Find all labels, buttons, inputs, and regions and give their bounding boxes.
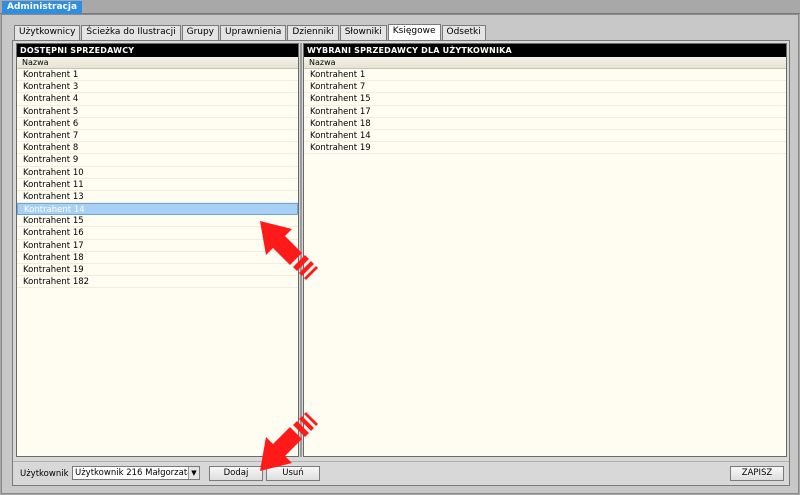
tab-3[interactable]: Uprawnienia [220, 25, 287, 40]
list-item[interactable]: Kontrahent 7 [17, 130, 298, 143]
list-item[interactable]: Kontrahent 11 [17, 179, 298, 191]
list-item[interactable]: Kontrahent 3 [17, 81, 298, 94]
list-item[interactable]: Kontrahent 9 [17, 154, 298, 167]
dropdown-arrow-icon[interactable]: ▼ [188, 467, 199, 479]
selected-sellers-list[interactable]: Kontrahent 1 Kontrahent 7 Kontrahent 15 Kon… [304, 69, 786, 155]
tab-panel-ksiegowe: DOSTĘPNI SPRZEDAWCY Nazwa Kontrahent 1 Ko… [12, 40, 790, 486]
selected-sellers-title: WYBRANI SPRZEDAWCY DLA UŻYTKOWNIKA [304, 44, 786, 57]
available-sellers-title: DOSTĘPNI SPRZEDAWCY [17, 44, 298, 57]
tab-6[interactable]: Księgowe [387, 24, 441, 40]
tab-2[interactable]: Grupy [181, 25, 220, 40]
list-item[interactable]: Kontrahent 13 [17, 191, 298, 204]
list-item[interactable]: Kontrahent 4 [17, 93, 298, 106]
user-select-value: Użytkownik 216 Małgorzata [75, 468, 193, 478]
user-label: Użytkownik [20, 469, 69, 479]
window-title: Administracja [2, 1, 83, 14]
list-item[interactable]: Kontrahent 14 [304, 130, 786, 143]
list-item[interactable]: Kontrahent 1 [304, 69, 786, 82]
list-item[interactable]: Kontrahent 8 [17, 142, 298, 155]
tab-5[interactable]: Słowniki [339, 25, 387, 40]
list-item[interactable]: Kontrahent 7 [304, 81, 786, 94]
annotation-arrow-down-icon [260, 412, 318, 471]
list-item[interactable]: Kontrahent 1 [17, 69, 298, 82]
list-item[interactable]: Kontrahent 10 [17, 167, 298, 179]
list-item[interactable]: Kontrahent 15 [304, 93, 786, 106]
title-bar: Administracja [0, 0, 800, 14]
list-item[interactable]: Kontrahent 14 [17, 203, 298, 216]
tab-7[interactable]: Odsetki [441, 25, 486, 40]
tab-4[interactable]: Dzienniki [287, 25, 339, 40]
available-sellers-column-header[interactable]: Nazwa [17, 57, 298, 69]
list-item[interactable]: Kontrahent 5 [17, 106, 298, 118]
tab-1[interactable]: Ścieżka do Ilustracji [81, 25, 181, 40]
list-item[interactable]: Kontrahent 17 [304, 106, 786, 118]
annotation-arrow-up-icon [260, 221, 318, 280]
list-item[interactable]: Kontrahent 6 [17, 118, 298, 130]
tab-bar: Użytkownicy Ścieżka do Ilustracji Grupy Upr… [14, 24, 487, 40]
list-item[interactable]: Kontrahent 19 [304, 142, 786, 155]
bottom-toolbar: Użytkownik Użytkownik 216 Małgorzata ▼ D… [13, 461, 789, 485]
selected-sellers-panel: WYBRANI SPRZEDAWCY DLA UŻYTKOWNIKA Nazwa… [303, 43, 787, 457]
selected-sellers-column-header[interactable]: Nazwa [304, 57, 786, 69]
admin-window: Użytkownicy Ścieżka do Ilustracji Grupy Upr… [1, 14, 799, 494]
list-item[interactable]: Kontrahent 18 [304, 118, 786, 130]
save-button[interactable]: ZAPISZ [730, 466, 784, 481]
user-select[interactable]: Użytkownik 216 Małgorzata ▼ [72, 466, 200, 480]
tab-0[interactable]: Użytkownicy [14, 25, 81, 40]
